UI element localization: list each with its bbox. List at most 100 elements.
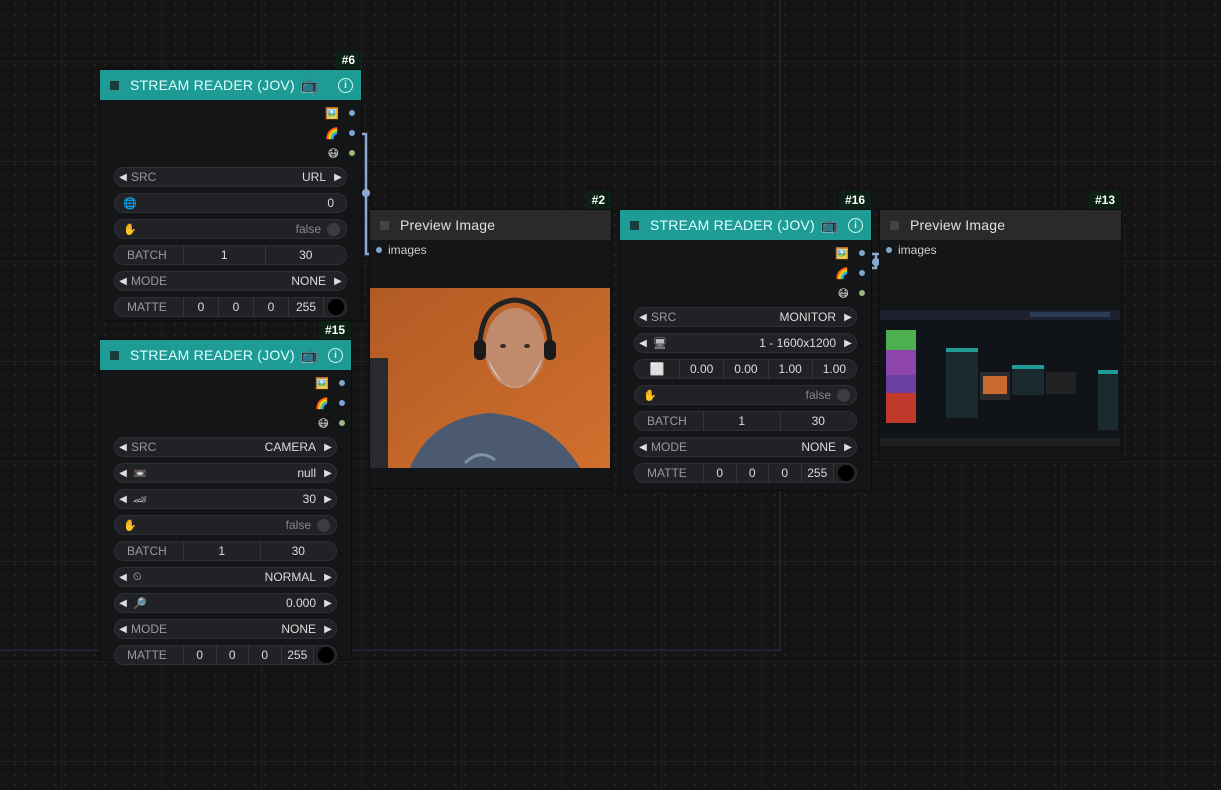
color-swatch[interactable] bbox=[318, 647, 334, 663]
arrow-left-icon[interactable]: ◀ bbox=[635, 312, 651, 323]
collapse-toggle[interactable] bbox=[110, 350, 119, 360]
arrow-right-icon[interactable]: ▶ bbox=[320, 494, 336, 505]
input-images[interactable]: images bbox=[880, 240, 1121, 260]
color-swatch[interactable] bbox=[838, 465, 854, 481]
arrow-left-icon[interactable]: ◀ bbox=[115, 442, 131, 453]
arrow-left-icon[interactable]: ◀ bbox=[115, 468, 131, 479]
output-rgb[interactable]: 🌈 bbox=[100, 123, 361, 143]
device-combo[interactable]: ◀ 📼 null ▶ bbox=[114, 463, 337, 483]
node-preview-image-13[interactable]: #13 Preview Image images bbox=[880, 191, 1121, 460]
arrow-right-icon[interactable]: ▶ bbox=[840, 442, 856, 453]
output-slot[interactable] bbox=[349, 150, 355, 156]
url-field[interactable]: 🌐 0 bbox=[114, 193, 347, 213]
src-combo[interactable]: ◀ SRC CAMERA ▶ bbox=[114, 437, 337, 457]
node-header[interactable]: Preview Image bbox=[370, 210, 611, 240]
node-stream-reader-16[interactable]: #16 STREAM READER (JOV) 📺 i 🖼️ 🌈 😷 ◀ SRC M… bbox=[620, 191, 871, 490]
arrow-right-icon[interactable]: ▶ bbox=[320, 442, 336, 453]
mode-combo[interactable]: ◀ MODE NONE ▶ bbox=[114, 619, 337, 639]
src-combo[interactable]: ◀ SRC URL ▶ bbox=[114, 167, 347, 187]
toggle-knob[interactable] bbox=[837, 388, 850, 402]
info-icon[interactable]: i bbox=[848, 218, 863, 233]
arrow-left-icon[interactable]: ◀ bbox=[635, 338, 651, 349]
mode-combo[interactable]: ◀ MODE NONE ▶ bbox=[634, 437, 857, 457]
matte-field[interactable]: MATTE 0 0 0 255 bbox=[114, 297, 347, 317]
node-header[interactable]: STREAM READER (JOV) 📺 i bbox=[100, 340, 351, 370]
input-slot[interactable] bbox=[376, 247, 382, 253]
node-header[interactable]: STREAM READER (JOV) 📺 i bbox=[620, 210, 871, 240]
arrow-left-icon[interactable]: ◀ bbox=[115, 494, 131, 505]
output-mask[interactable]: 😷 bbox=[620, 283, 871, 303]
output-rgb[interactable]: 🌈 bbox=[620, 263, 871, 283]
arrow-left-icon[interactable]: ◀ bbox=[115, 172, 131, 183]
output-mask[interactable]: 😷 bbox=[100, 143, 361, 163]
region-field[interactable]: ⬜ 0.00 0.00 1.00 1.00 bbox=[634, 359, 857, 379]
node-id-badge: #15 bbox=[318, 321, 351, 339]
input-images[interactable]: images bbox=[370, 240, 611, 260]
monitor-combo[interactable]: ◀ 🖥 1 - 1600x1200 ▶ bbox=[634, 333, 857, 353]
output-slot[interactable] bbox=[349, 130, 355, 136]
output-slot[interactable] bbox=[339, 420, 345, 426]
arrow-left-icon[interactable]: ◀ bbox=[115, 624, 131, 635]
arrow-right-icon[interactable]: ▶ bbox=[840, 312, 856, 323]
output-image[interactable]: 🖼️ bbox=[100, 103, 361, 123]
output-image[interactable]: 🖼️ bbox=[620, 243, 871, 263]
timer-combo[interactable]: ◀ ⏲ NORMAL ▶ bbox=[114, 567, 337, 587]
matte-field[interactable]: MATTE 0 0 0 255 bbox=[634, 463, 857, 483]
pause-toggle[interactable]: ✋ false bbox=[634, 385, 857, 405]
collapse-toggle[interactable] bbox=[380, 220, 389, 230]
output-slot[interactable] bbox=[339, 400, 345, 406]
input-slot[interactable] bbox=[886, 247, 892, 253]
region-icon: ⬜ bbox=[635, 360, 680, 378]
mode-combo[interactable]: ◀ MODE NONE ▶ bbox=[114, 271, 347, 291]
output-slot[interactable] bbox=[859, 270, 865, 276]
pause-toggle[interactable]: ✋ false bbox=[114, 219, 347, 239]
arrow-left-icon[interactable]: ◀ bbox=[115, 572, 131, 583]
node-title: STREAM READER (JOV) bbox=[650, 217, 815, 233]
arrow-right-icon[interactable]: ▶ bbox=[330, 172, 346, 183]
arrow-left-icon[interactable]: ◀ bbox=[635, 442, 651, 453]
node-stream-reader-6[interactable]: #6 STREAM READER (JOV) 📺 i 🖼️ 🌈 😷 ◀ SRC UR… bbox=[100, 51, 361, 320]
matte-field[interactable]: MATTE 0 0 0 255 bbox=[114, 645, 337, 665]
output-image[interactable]: 🖼️ bbox=[100, 373, 351, 393]
node-header[interactable]: STREAM READER (JOV) 📺 i bbox=[100, 70, 361, 100]
globe-icon: 🌐 bbox=[123, 197, 137, 210]
output-slot[interactable] bbox=[859, 290, 865, 296]
fps-field[interactable]: ◀ 🏎 30 ▶ bbox=[114, 489, 337, 509]
arrow-right-icon[interactable]: ▶ bbox=[320, 572, 336, 583]
output-slot[interactable] bbox=[339, 380, 345, 386]
arrow-right-icon[interactable]: ▶ bbox=[320, 468, 336, 479]
batch-field[interactable]: BATCH 1 30 bbox=[114, 245, 347, 265]
zoom-field[interactable]: ◀ 🔎 0.000 ▶ bbox=[114, 593, 337, 613]
batch-field[interactable]: BATCH 1 30 bbox=[114, 541, 337, 561]
arrow-right-icon[interactable]: ▶ bbox=[840, 338, 856, 349]
node-stream-reader-15[interactable]: #15 STREAM READER (JOV) 📺 i 🖼️ 🌈 😷 ◀ SRC C… bbox=[100, 321, 351, 665]
arrow-right-icon[interactable]: ▶ bbox=[330, 276, 346, 287]
arrow-right-icon[interactable]: ▶ bbox=[320, 598, 336, 609]
node-header[interactable]: Preview Image bbox=[880, 210, 1121, 240]
src-combo[interactable]: ◀ SRC MONITOR ▶ bbox=[634, 307, 857, 327]
arrow-left-icon[interactable]: ◀ bbox=[115, 276, 131, 287]
output-rgb[interactable]: 🌈 bbox=[100, 393, 351, 413]
color-swatch[interactable] bbox=[328, 299, 344, 315]
image-icon: 🖼️ bbox=[315, 377, 329, 390]
collapse-toggle[interactable] bbox=[110, 80, 119, 90]
info-icon[interactable]: i bbox=[338, 78, 353, 93]
collapse-toggle[interactable] bbox=[630, 220, 639, 230]
arrow-right-icon[interactable]: ▶ bbox=[320, 624, 336, 635]
pause-toggle[interactable]: ✋ false bbox=[114, 515, 337, 535]
toggle-knob[interactable] bbox=[317, 518, 330, 532]
node-title: STREAM READER (JOV) bbox=[130, 347, 295, 363]
output-mask[interactable]: 😷 bbox=[100, 413, 351, 433]
toggle-knob[interactable] bbox=[327, 222, 340, 236]
arrow-left-icon[interactable]: ◀ bbox=[115, 598, 131, 609]
image-icon: 🖼️ bbox=[325, 107, 339, 120]
collapse-toggle[interactable] bbox=[890, 220, 899, 230]
node-title: STREAM READER (JOV) bbox=[130, 77, 295, 93]
output-slot[interactable] bbox=[349, 110, 355, 116]
rainbow-icon: 🌈 bbox=[325, 127, 339, 140]
info-icon[interactable]: i bbox=[328, 348, 343, 363]
node-preview-image-2[interactable]: #2 Preview Image images bbox=[370, 191, 611, 488]
camera-icon: 📼 bbox=[133, 467, 147, 480]
output-slot[interactable] bbox=[859, 250, 865, 256]
batch-field[interactable]: BATCH 1 30 bbox=[634, 411, 857, 431]
